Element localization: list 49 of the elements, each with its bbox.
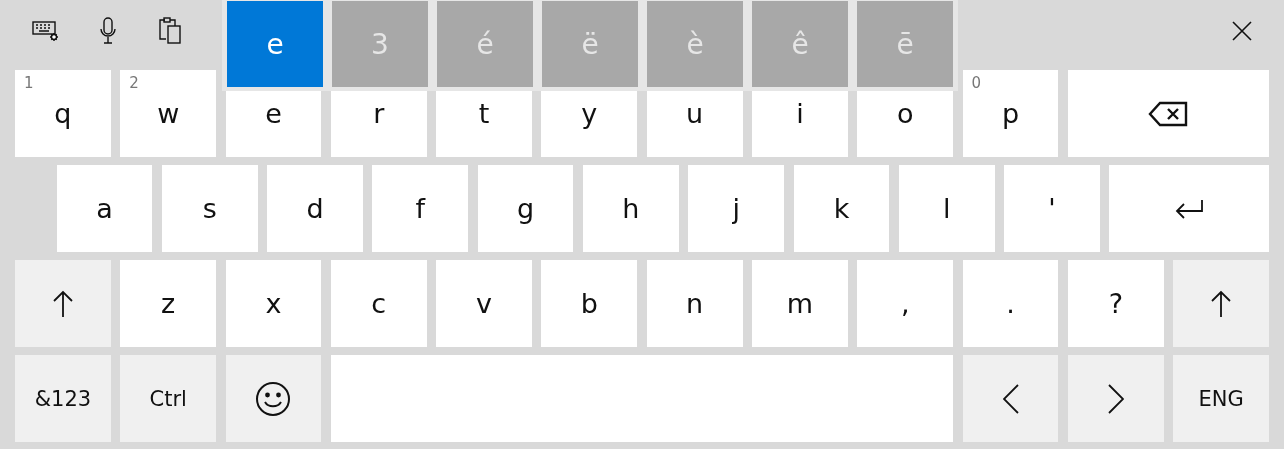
key-hint: 0	[971, 74, 982, 92]
arrow-up-icon	[1210, 289, 1233, 318]
function-key[interactable]: Ctrl	[120, 355, 217, 442]
letter-key[interactable]: d	[267, 165, 363, 252]
function-key[interactable]: ENG	[1173, 355, 1269, 442]
letter-key[interactable]: m	[752, 260, 848, 347]
backspace-icon	[1148, 100, 1189, 127]
letter-key[interactable]: x	[225, 260, 322, 347]
letter-key[interactable]: g	[477, 165, 574, 252]
backspace-key[interactable]	[1067, 70, 1269, 157]
letter-key[interactable]: h	[583, 165, 679, 252]
emoji-key[interactable]	[225, 355, 322, 442]
letter-key[interactable]: l	[898, 165, 995, 252]
letter-key[interactable]: c	[330, 260, 427, 347]
space-bar[interactable]	[330, 355, 954, 442]
shift-key[interactable]	[15, 260, 111, 347]
chevron-left-icon	[1002, 383, 1019, 414]
letter-key[interactable]: n	[646, 260, 743, 347]
keyboard-settings-icon	[32, 20, 60, 42]
letter-key[interactable]: ,	[857, 260, 954, 347]
letter-key[interactable]: s	[161, 165, 258, 252]
shift-key[interactable]	[1173, 260, 1269, 347]
close-icon	[1231, 20, 1253, 42]
letter-key[interactable]: v	[436, 260, 532, 347]
clipboard-icon	[158, 17, 182, 45]
letter-key[interactable]: q 1	[15, 70, 111, 157]
letter-key[interactable]: w 2	[120, 70, 217, 157]
letter-key[interactable]: p 0	[962, 70, 1059, 157]
microphone-icon	[99, 17, 117, 45]
letter-key[interactable]: k	[793, 165, 890, 252]
letter-key[interactable]: .	[962, 260, 1059, 347]
letter-key[interactable]: ?	[1067, 260, 1164, 347]
letter-key[interactable]: f	[372, 165, 469, 252]
letter-key[interactable]: z	[120, 260, 217, 347]
letter-key[interactable]: j	[688, 165, 785, 252]
left-arrow-key[interactable]	[962, 355, 1059, 442]
accent-candidate[interactable]: e	[227, 1, 323, 87]
enter-key[interactable]	[1109, 165, 1269, 252]
smiley-icon	[255, 380, 292, 417]
enter-icon	[1174, 197, 1205, 220]
key-hint: 2	[129, 74, 139, 92]
letter-key[interactable]: b	[541, 260, 638, 347]
arrow-up-icon	[51, 289, 74, 318]
key-hint: 1	[24, 74, 34, 92]
letter-key[interactable]: '	[1004, 165, 1100, 252]
function-key[interactable]: &123	[15, 355, 111, 442]
chevron-right-icon	[1107, 383, 1124, 414]
letter-key[interactable]: a	[56, 165, 153, 252]
right-arrow-key[interactable]	[1067, 355, 1164, 442]
